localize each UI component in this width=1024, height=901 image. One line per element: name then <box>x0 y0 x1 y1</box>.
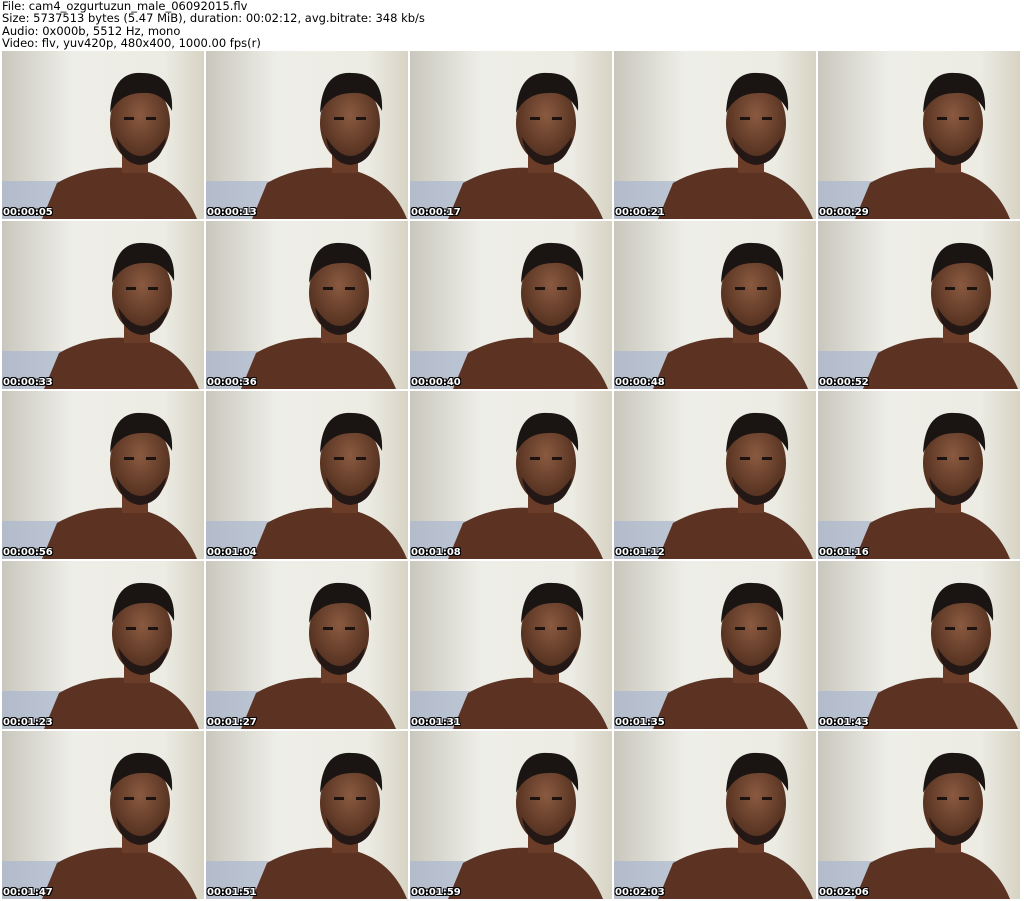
video-frame-image <box>818 391 1020 559</box>
video-frame-image <box>2 391 204 559</box>
video-frame-image <box>2 221 204 389</box>
video-frame-image <box>2 731 204 899</box>
video-thumbnail: 00:01:51 <box>206 731 408 899</box>
video-thumbnail: 00:00:21 <box>614 51 816 219</box>
timestamp-label: 00:01:04 <box>207 547 257 558</box>
video-frame-image <box>2 561 204 729</box>
timestamp-label: 00:00:05 <box>3 207 53 218</box>
video-thumbnail: 00:01:35 <box>614 561 816 729</box>
timestamp-label: 00:01:08 <box>411 547 461 558</box>
video-thumbnail: 00:01:27 <box>206 561 408 729</box>
video-thumbnail: 00:00:33 <box>2 221 204 389</box>
video-thumbnail: 00:01:04 <box>206 391 408 559</box>
video-thumbnail: 00:00:40 <box>410 221 612 389</box>
video-thumbnail: 00:01:23 <box>2 561 204 729</box>
video-frame-image <box>614 51 816 219</box>
video-frame-image <box>410 221 612 389</box>
file-info-header: File: cam4_ozgurtuzun_male_06092015.flv … <box>2 0 1022 50</box>
video-frame-image <box>410 391 612 559</box>
video-frame-image <box>206 221 408 389</box>
timestamp-label: 00:00:21 <box>615 207 665 218</box>
timestamp-label: 00:00:40 <box>411 377 461 388</box>
video-thumbnail: 00:00:56 <box>2 391 204 559</box>
timestamp-label: 00:01:43 <box>819 717 869 728</box>
video-thumbnail: 00:00:05 <box>2 51 204 219</box>
video-thumbnail: 00:01:47 <box>2 731 204 899</box>
video-thumbnail: 00:00:52 <box>818 221 1020 389</box>
timestamp-label: 00:00:36 <box>207 377 257 388</box>
video-frame-image <box>206 731 408 899</box>
video-frame-image <box>206 51 408 219</box>
timestamp-label: 00:02:06 <box>819 887 869 898</box>
video-frame-image <box>818 561 1020 729</box>
timestamp-label: 00:01:59 <box>411 887 461 898</box>
video-thumbnail: 00:02:03 <box>614 731 816 899</box>
video-thumbnail: 00:01:12 <box>614 391 816 559</box>
thumbnail-grid: 00:00:05 00:00:13 00:00:17 00:00:21 00:00:29… <box>2 51 1022 901</box>
video-frame-image <box>206 391 408 559</box>
video-thumbnail: 00:02:06 <box>818 731 1020 899</box>
video-frame-image <box>410 51 612 219</box>
timestamp-label: 00:01:23 <box>3 717 53 728</box>
video-thumbnail: 00:00:13 <box>206 51 408 219</box>
timestamp-label: 00:01:35 <box>615 717 665 728</box>
video-frame-image <box>614 561 816 729</box>
timestamp-label: 00:01:47 <box>3 887 53 898</box>
video-thumbnail: 00:00:48 <box>614 221 816 389</box>
video-thumbnail: 00:01:59 <box>410 731 612 899</box>
video-frame-image <box>206 561 408 729</box>
timestamp-label: 00:00:33 <box>3 377 53 388</box>
video-frame-image <box>614 221 816 389</box>
video-frame-image <box>818 221 1020 389</box>
file-size-line: Size: 5737513 bytes (5.47 MiB), duration… <box>2 11 425 26</box>
video-frame-image <box>410 561 612 729</box>
video-thumbnail: 00:01:31 <box>410 561 612 729</box>
timestamp-label: 00:00:56 <box>3 547 53 558</box>
timestamp-label: 00:02:03 <box>615 887 665 898</box>
timestamp-label: 00:01:51 <box>207 887 257 898</box>
video-frame-image <box>818 51 1020 219</box>
video-thumbnail: 00:01:43 <box>818 561 1020 729</box>
timestamp-label: 00:00:29 <box>819 207 869 218</box>
video-frame-image <box>614 731 816 899</box>
video-thumbnail: 00:01:08 <box>410 391 612 559</box>
timestamp-label: 00:00:13 <box>207 207 257 218</box>
timestamp-label: 00:00:17 <box>411 207 461 218</box>
video-thumbnail: 00:01:16 <box>818 391 1020 559</box>
video-frame-image <box>818 731 1020 899</box>
video-thumbnail: 00:00:29 <box>818 51 1020 219</box>
video-frame-image <box>410 731 612 899</box>
timestamp-label: 00:00:48 <box>615 377 665 388</box>
video-thumbnail: 00:00:36 <box>206 221 408 389</box>
timestamp-label: 00:01:27 <box>207 717 257 728</box>
video-frame-image <box>2 51 204 219</box>
video-frame-image <box>614 391 816 559</box>
timestamp-label: 00:01:16 <box>819 547 869 558</box>
timestamp-label: 00:01:31 <box>411 717 461 728</box>
timestamp-label: 00:01:12 <box>615 547 665 558</box>
timestamp-label: 00:00:52 <box>819 377 869 388</box>
video-info-line: Video: flv, yuv420p, 480x400, 1000.00 fp… <box>2 36 261 51</box>
video-thumbnail: 00:00:17 <box>410 51 612 219</box>
